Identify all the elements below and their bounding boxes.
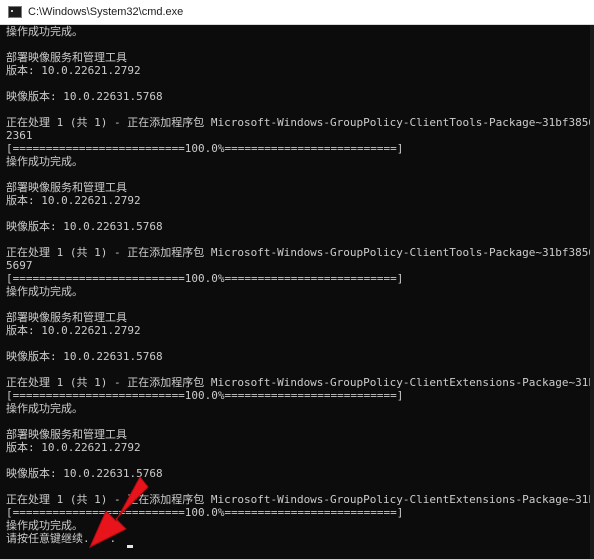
console-line: 版本: 10.0.22621.2792 [6, 441, 141, 454]
console-line: 操作成功完成。 [6, 285, 83, 298]
console-line: 映像版本: 10.0.22631.5768 [6, 90, 163, 103]
console-line: 映像版本: 10.0.22631.5768 [6, 350, 163, 363]
console-line: [==========================100.0%=======… [6, 389, 404, 402]
console-line: 部署映像服务和管理工具 [6, 311, 127, 324]
console-line: 正在处理 1 (共 1) - 正在添加程序包 Microsoft-Windows… [6, 246, 590, 259]
console-line: 操作成功完成。 [6, 155, 83, 168]
console-line: 2361 [6, 129, 33, 142]
console-line: 部署映像服务和管理工具 [6, 51, 127, 64]
console-line: 5697 [6, 259, 33, 272]
console-line: 部署映像服务和管理工具 [6, 181, 127, 194]
window-title: C:\Windows\System32\cmd.exe [28, 6, 184, 18]
console-line: 映像版本: 10.0.22631.5768 [6, 220, 163, 233]
console-line: 正在处理 1 (共 1) - 正在添加程序包 Microsoft-Windows… [6, 116, 590, 129]
console-line: [==========================100.0%=======… [6, 142, 404, 155]
console-line: 操作成功完成。 [6, 402, 83, 415]
console-line: 正在处理 1 (共 1) - 正在添加程序包 Microsoft-Windows… [6, 376, 590, 389]
console-line: [==========================100.0%=======… [6, 272, 404, 285]
console-line: 版本: 10.0.22621.2792 [6, 64, 141, 77]
console-line: [==========================100.0%=======… [6, 506, 404, 519]
console-line: 操作成功完成。 [6, 519, 83, 532]
console-line: 版本: 10.0.22621.2792 [6, 194, 141, 207]
cmd-console-icon [8, 6, 22, 18]
console-line: 部署映像服务和管理工具 [6, 428, 127, 441]
console-line: 版本: 10.0.22621.2792 [6, 324, 141, 337]
cmd-window: C:\Windows\System32\cmd.exe 操作成功完成。 部署映像… [0, 0, 594, 559]
console-line: 操作成功完成。 [6, 25, 83, 38]
red-arrow-pointer-icon [88, 476, 149, 549]
vertical-scrollbar[interactable] [590, 25, 594, 559]
title-bar[interactable]: C:\Windows\System32\cmd.exe [0, 0, 594, 25]
